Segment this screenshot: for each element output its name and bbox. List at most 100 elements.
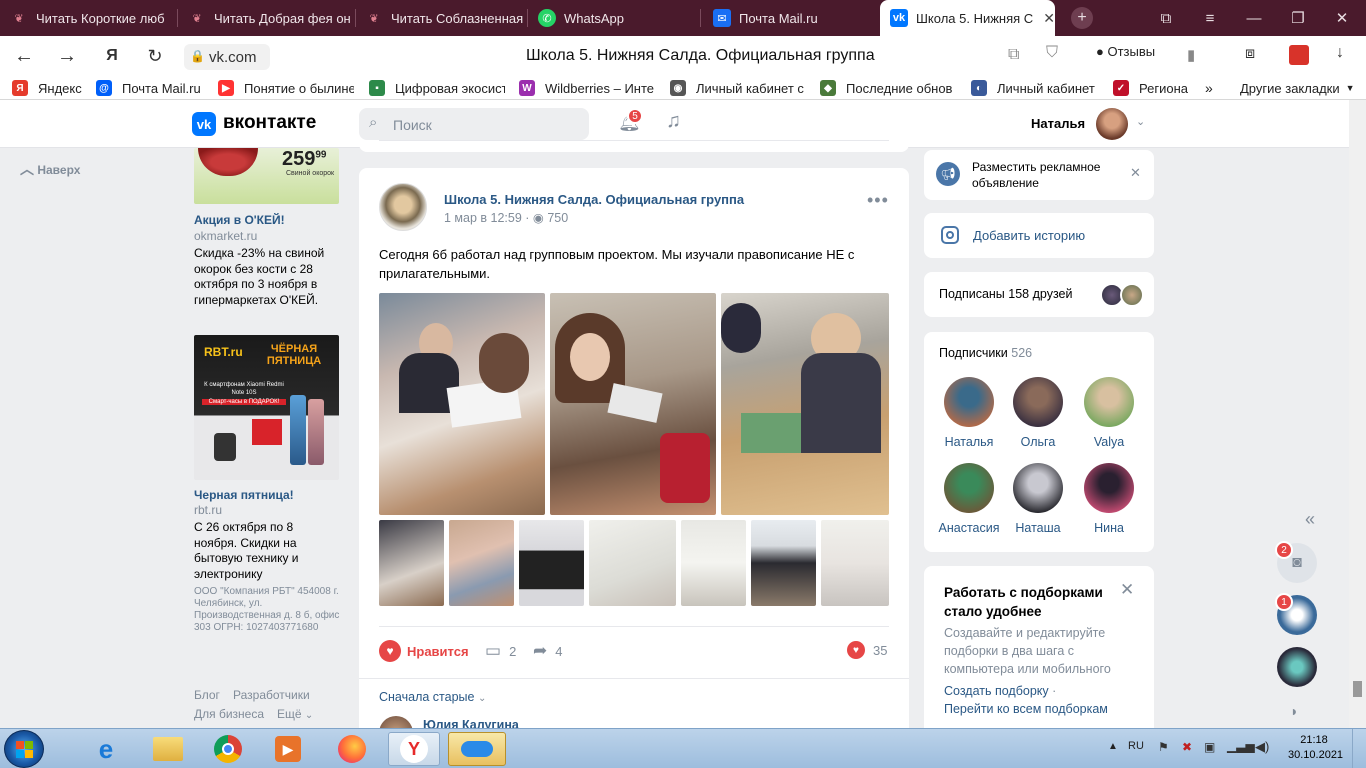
- close-tab-icon[interactable]: ✕: [1043, 10, 1055, 27]
- subscriber-avatar[interactable]: [1013, 463, 1063, 513]
- create-collection-link[interactable]: Создать подборку ·: [944, 684, 1056, 698]
- new-tab-button[interactable]: +: [1064, 0, 1100, 36]
- user-name[interactable]: Наталья: [1031, 116, 1085, 131]
- bookmark-item[interactable]: @ Почта Mail.ru: [96, 79, 208, 97]
- restore-icon[interactable]: ❐: [1278, 0, 1318, 36]
- vk-logo-text[interactable]: вконтакте: [223, 112, 316, 134]
- more-options-icon[interactable]: •••: [867, 190, 889, 211]
- footer-link-developers[interactable]: Разработчики: [233, 688, 310, 702]
- subscribers-header[interactable]: Подписчики 526: [939, 346, 1032, 360]
- bookmark-item[interactable]: Я Яндекс: [12, 79, 90, 97]
- tray-volume-icon[interactable]: ◀): [1255, 739, 1269, 755]
- explorer-folder-icon[interactable]: [142, 732, 194, 766]
- chevron-right-icon[interactable]: »: [1205, 79, 1225, 97]
- group-avatar[interactable]: [379, 183, 427, 231]
- post-photo-thumb[interactable]: [589, 520, 676, 606]
- close-icon[interactable]: ✕: [1130, 165, 1141, 181]
- okey-ad-image[interactable]: 25999 Свиной окорок: [194, 148, 339, 204]
- rbt-ad-image[interactable]: RBT.ru ЧЁРНАЯ ПЯТНИЦА К смартфонам Xiaom…: [194, 335, 339, 480]
- extension-icon[interactable]: [1289, 45, 1309, 65]
- browser-tab[interactable]: ✆ WhatsApp: [528, 0, 698, 36]
- bookmark-item[interactable]: W Wildberries – Инте: [519, 79, 655, 97]
- copy-icon[interactable]: ⧉: [1008, 46, 1019, 64]
- language-indicator[interactable]: RU: [1128, 740, 1144, 752]
- tray-flag-icon[interactable]: ⚑: [1158, 740, 1169, 754]
- post-photo-thumb[interactable]: [821, 520, 889, 606]
- ad-domain[interactable]: okmarket.ru: [194, 229, 257, 243]
- forward-icon[interactable]: →: [55, 44, 79, 68]
- cloud-app-icon[interactable]: [448, 732, 506, 766]
- footer-link-business[interactable]: Для бизнеса: [194, 707, 264, 721]
- minimize-icon[interactable]: —: [1234, 0, 1274, 36]
- subscriber-item[interactable]: Наталья: [936, 377, 1002, 453]
- subscriber-item[interactable]: Ольга: [1005, 377, 1071, 453]
- bookmark-item[interactable]: ◐ Личный кабинет: [971, 79, 1101, 97]
- url-field[interactable]: 🔒 vk.com: [184, 44, 270, 70]
- likes-summary[interactable]: ♥ 35: [847, 641, 887, 659]
- footer-link-blog[interactable]: Блог: [194, 688, 220, 702]
- comments-sort[interactable]: Сначала старые ⌄: [379, 690, 486, 704]
- comment-button[interactable]: ▭ 2: [485, 641, 516, 661]
- post-photo-thumb[interactable]: [751, 520, 816, 606]
- post-photo-thumb[interactable]: [379, 520, 444, 606]
- post-photo[interactable]: [550, 293, 716, 515]
- subscriber-item[interactable]: Наташа: [1005, 463, 1071, 539]
- start-button[interactable]: [4, 730, 44, 768]
- subscriber-name[interactable]: Valya: [1076, 435, 1142, 449]
- post-author[interactable]: Школа 5. Нижняя Салда. Официальная групп…: [444, 192, 744, 207]
- subscriber-avatar[interactable]: [944, 463, 994, 513]
- share-button[interactable]: ➦ 4: [533, 641, 562, 661]
- clock[interactable]: 21:18 30.10.2021: [1288, 733, 1343, 763]
- protect-icon[interactable]: ⛉: [1046, 44, 1058, 62]
- internet-explorer-icon[interactable]: e: [80, 732, 132, 766]
- firefox-icon[interactable]: [326, 732, 378, 766]
- ad-domain[interactable]: rbt.ru: [194, 503, 222, 517]
- yandex-logo-icon[interactable]: Я: [100, 44, 124, 68]
- bookmark-icon[interactable]: ▮: [1187, 46, 1195, 64]
- subscriber-name[interactable]: Наташа: [1005, 521, 1071, 535]
- like-button[interactable]: ♥ Нравится: [379, 639, 469, 663]
- browser-tab[interactable]: ✉ Почта Mail.ru: [703, 0, 875, 36]
- browser-tab[interactable]: ❦ Читать Короткие люб: [0, 0, 175, 36]
- music-icon[interactable]: ♫: [666, 110, 681, 133]
- tray-device-icon[interactable]: ▣: [1204, 740, 1215, 754]
- show-desktop-button[interactable]: [1352, 729, 1366, 768]
- browser-tab-active[interactable]: vk Школа 5. Нижняя С ✕: [880, 0, 1055, 36]
- ad-title[interactable]: Черная пятница!: [194, 488, 294, 502]
- post-photo[interactable]: [379, 293, 545, 515]
- yandex-browser-icon[interactable]: Y: [388, 732, 440, 766]
- collapse-chats-icon[interactable]: «: [1305, 509, 1315, 530]
- tray-network-error-icon[interactable]: ✖: [1182, 740, 1192, 754]
- reviews-button[interactable]: ● Отзывы: [1096, 44, 1155, 59]
- bookmark-item[interactable]: ◆ Последние обнов: [820, 79, 957, 97]
- close-icon[interactable]: ✕: [1120, 580, 1134, 600]
- subscriber-item[interactable]: Нина: [1076, 463, 1142, 539]
- bookmark-item[interactable]: ▶ Понятие о былине: [218, 79, 354, 97]
- menu-icon[interactable]: ≡: [1190, 0, 1230, 36]
- chrome-icon[interactable]: [202, 732, 254, 766]
- add-story-card[interactable]: Добавить историю: [924, 213, 1154, 258]
- all-collections-link[interactable]: Перейти ко всем подборкам: [944, 702, 1108, 716]
- subscriber-name[interactable]: Нина: [1076, 521, 1142, 535]
- other-bookmarks[interactable]: Другие закладки ▼: [1240, 79, 1362, 97]
- subscriber-avatar[interactable]: [944, 377, 994, 427]
- subscriber-item[interactable]: Valya: [1076, 377, 1142, 453]
- subscriber-name[interactable]: Анастасия: [936, 521, 1002, 535]
- back-to-top[interactable]: ︿ Наверх: [20, 159, 80, 179]
- subscriber-name[interactable]: Наталья: [936, 435, 1002, 449]
- ad-title[interactable]: Акция в О'КЕЙ!: [194, 213, 285, 227]
- subscriber-avatar[interactable]: [1084, 377, 1134, 427]
- chevron-down-icon[interactable]: ⌄: [1136, 115, 1145, 128]
- post-photo[interactable]: [721, 293, 889, 515]
- create-ad-card[interactable]: 📢︎ Разместить рекламное объявление ✕: [924, 150, 1154, 200]
- browser-tab[interactable]: ❦ Читать Добрая фея он: [178, 0, 353, 36]
- browser-tab[interactable]: ❦ Читать Соблазненная: [355, 0, 525, 36]
- tabs-manager-icon[interactable]: ⧉: [1146, 0, 1186, 36]
- bookmark-item[interactable]: ◉ Личный кабинет с: [670, 79, 807, 97]
- tray-signal-icon[interactable]: ▁▃▅: [1227, 739, 1255, 753]
- search-box[interactable]: ⌕ Поиск: [359, 108, 589, 140]
- media-player-icon[interactable]: ▶: [262, 732, 314, 766]
- post-photo-thumb[interactable]: [449, 520, 514, 606]
- scrollbar[interactable]: [1349, 100, 1366, 728]
- tray-expand-icon[interactable]: ▲: [1108, 741, 1118, 752]
